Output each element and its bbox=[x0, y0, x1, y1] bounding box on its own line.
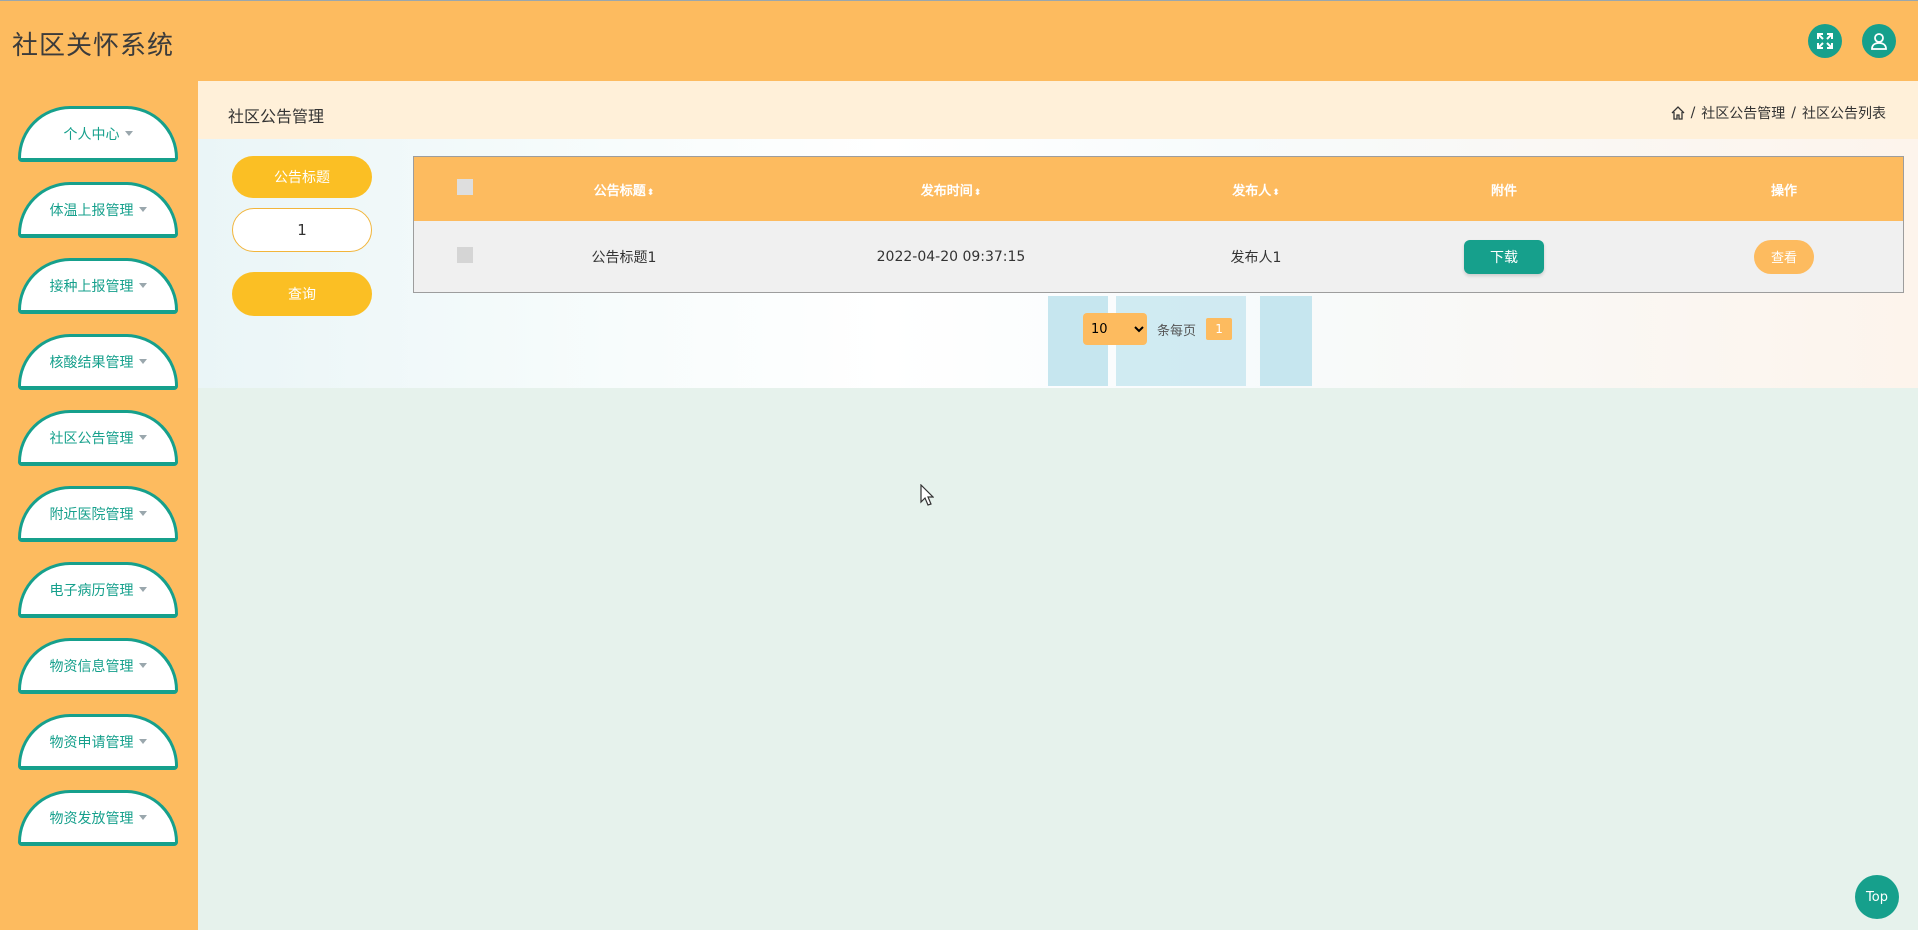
table-row: 公告标题1 2022-04-20 09:37:15 发布人1 下载 查看 bbox=[414, 221, 1903, 292]
sidebar-item-label: 核酸结果管理 bbox=[49, 354, 134, 371]
row-checkbox[interactable] bbox=[457, 246, 473, 267]
sidebar-item-medical-records[interactable]: 电子病历管理 bbox=[18, 562, 178, 618]
header-publisher[interactable]: 发布人⬍ bbox=[1232, 180, 1280, 199]
download-button[interactable]: 下载 bbox=[1464, 239, 1544, 274]
sidebar-item-label: 物资信息管理 bbox=[49, 658, 134, 675]
sidebar-item-hospitals[interactable]: 附近医院管理 bbox=[18, 486, 178, 542]
caret-down-icon bbox=[138, 359, 147, 364]
sort-icon: ⬍ bbox=[646, 187, 655, 198]
decorative-window bbox=[1260, 296, 1312, 386]
search-panel: 公告标题 查询 bbox=[232, 156, 374, 316]
per-page-label: 条每页 bbox=[1157, 323, 1197, 339]
breadcrumb-item[interactable]: 社区公告管理 bbox=[1701, 103, 1785, 123]
sidebar-item-supplies-distribution[interactable]: 物资发放管理 bbox=[18, 790, 178, 846]
header-actions: 操作 bbox=[1770, 183, 1798, 199]
select-all-checkbox[interactable] bbox=[457, 179, 473, 199]
page-title: 社区公告管理 bbox=[228, 107, 325, 126]
home-icon[interactable] bbox=[1671, 106, 1685, 120]
breadcrumb: / 社区公告管理 / 社区公告列表 bbox=[1671, 103, 1886, 123]
announcement-table: 公告标题⬍ 发布时间⬍ 发布人⬍ 附件 操作 公告标题1 2022-04-20 … bbox=[413, 156, 1904, 293]
user-button[interactable] bbox=[1862, 24, 1896, 58]
sidebar-item-supplies-request[interactable]: 物资申请管理 bbox=[18, 714, 178, 770]
caret-down-icon bbox=[138, 739, 147, 744]
search-field-label: 公告标题 bbox=[232, 156, 372, 198]
title-search-input[interactable] bbox=[232, 208, 372, 252]
sidebar-item-label: 附近医院管理 bbox=[49, 506, 134, 523]
sort-icon: ⬍ bbox=[973, 187, 982, 198]
sort-icon: ⬍ bbox=[1272, 187, 1280, 198]
breadcrumb-separator: / bbox=[1690, 105, 1696, 121]
sidebar-item-label: 物资申请管理 bbox=[49, 734, 134, 751]
sidebar-item-announcements[interactable]: 社区公告管理 bbox=[18, 410, 178, 466]
download-button-wrap: 下载 bbox=[1464, 239, 1544, 274]
caret-down-icon bbox=[138, 587, 147, 592]
pagination: 102050100 条每页 1 bbox=[1083, 313, 1233, 345]
sidebar-item-nucleic-result[interactable]: 核酸结果管理 bbox=[18, 334, 178, 390]
cell-publish-time: 2022-04-20 09:37:15 bbox=[876, 248, 1026, 265]
sidebar-item-label: 接种上报管理 bbox=[49, 278, 134, 295]
view-button[interactable]: 查看 bbox=[1754, 239, 1814, 274]
page-number-button[interactable]: 1 bbox=[1206, 318, 1233, 340]
header-title[interactable]: 公告标题⬍ bbox=[594, 180, 655, 199]
caret-down-icon bbox=[138, 435, 147, 440]
sidebar-item-label: 体温上报管理 bbox=[49, 202, 134, 219]
user-icon bbox=[1871, 33, 1887, 50]
header-attachment: 附件 bbox=[1490, 183, 1518, 199]
page-size-select[interactable]: 102050100 bbox=[1083, 313, 1147, 345]
sidebar-item-label: 个人中心 bbox=[63, 126, 120, 143]
top-bar: 社区关怀系统 bbox=[0, 0, 1918, 81]
query-button[interactable]: 查询 bbox=[232, 272, 372, 316]
caret-down-icon bbox=[138, 207, 147, 212]
sidebar: 个人中心 体温上报管理 接种上报管理 核酸结果管理 社区公告管理 附近医院管理 … bbox=[0, 81, 198, 930]
breadcrumb-item: 社区公告列表 bbox=[1802, 106, 1886, 122]
cell-title: 公告标题1 bbox=[591, 249, 657, 266]
sidebar-item-label: 社区公告管理 bbox=[49, 430, 134, 447]
caret-down-icon bbox=[138, 815, 147, 820]
view-button-wrap: 查看 bbox=[1754, 239, 1814, 274]
sidebar-item-label: 物资发放管理 bbox=[49, 810, 134, 827]
sidebar-item-vaccination[interactable]: 接种上报管理 bbox=[18, 258, 178, 314]
back-to-top-button[interactable]: Top bbox=[1855, 875, 1899, 919]
caret-down-icon bbox=[138, 283, 147, 288]
mouse-cursor-icon bbox=[920, 484, 934, 506]
page-header bbox=[198, 81, 1918, 139]
expand-icon bbox=[1817, 33, 1833, 49]
app-title: 社区关怀系统 bbox=[12, 31, 175, 61]
sidebar-item-label: 电子病历管理 bbox=[49, 582, 134, 599]
breadcrumb-separator: / bbox=[1791, 105, 1796, 121]
sidebar-item-supplies-info[interactable]: 物资信息管理 bbox=[18, 638, 178, 694]
header-publish-time[interactable]: 发布时间⬍ bbox=[921, 180, 982, 199]
caret-down-icon bbox=[124, 131, 133, 136]
fullscreen-button[interactable] bbox=[1808, 24, 1842, 58]
sidebar-item-temperature[interactable]: 体温上报管理 bbox=[18, 182, 178, 238]
cell-publisher: 发布人1 bbox=[1230, 249, 1282, 266]
caret-down-icon bbox=[138, 511, 147, 516]
table-header: 公告标题⬍ 发布时间⬍ 发布人⬍ 附件 操作 bbox=[414, 157, 1903, 221]
sidebar-item-personal-center[interactable]: 个人中心 bbox=[18, 106, 178, 162]
caret-down-icon bbox=[138, 663, 147, 668]
